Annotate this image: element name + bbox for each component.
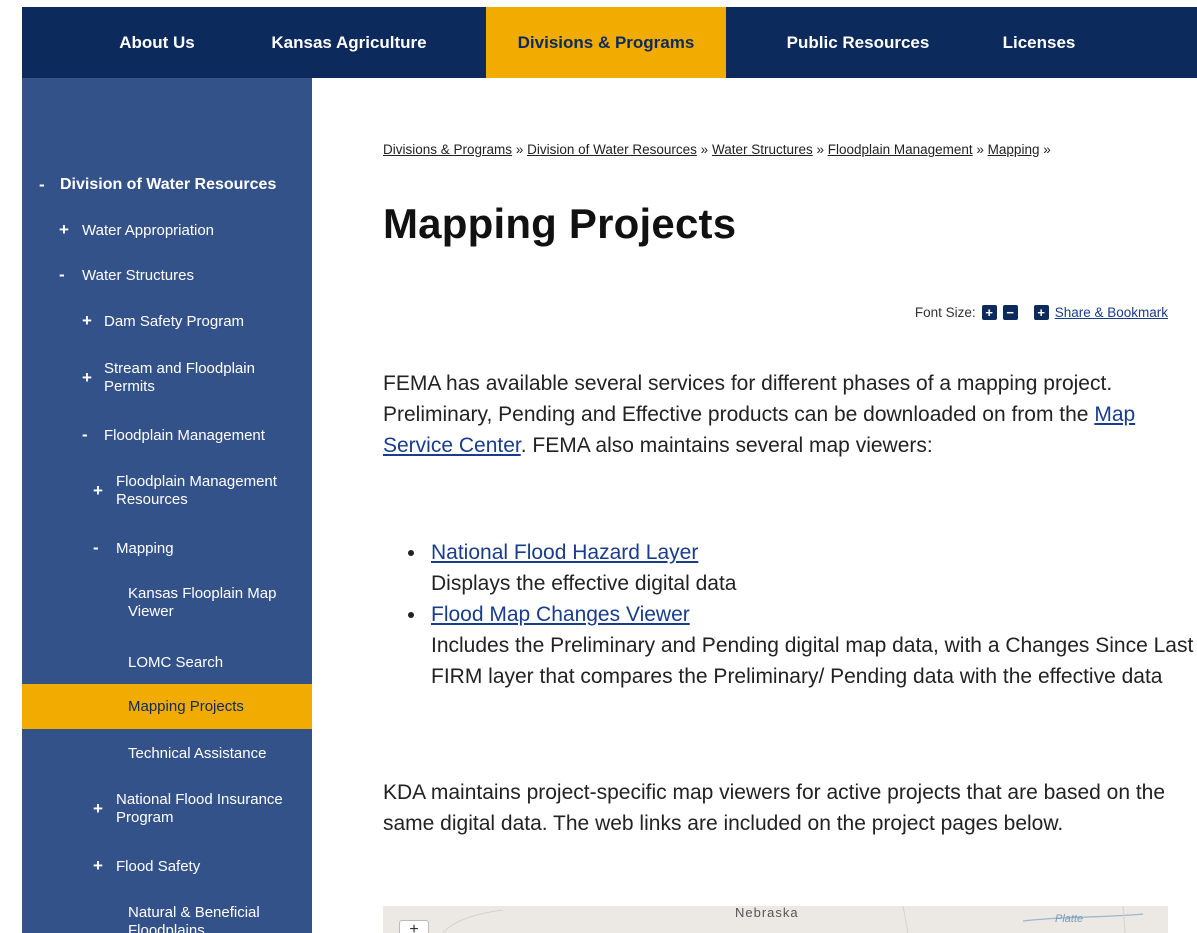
- sidebar-item-dam-safety-program[interactable]: + Dam Safety Program: [22, 311, 312, 335]
- kda-paragraph: KDA maintains project-specific map viewe…: [383, 781, 1166, 835]
- top-navigation: About Us Kansas Agriculture Divisions & …: [22, 7, 1197, 78]
- sidebar-item-lomc-search[interactable]: LOMC Search: [22, 652, 312, 676]
- font-size-label: Font Size:: [914, 305, 976, 320]
- sidebar-item-label: Floodplain Management Resources: [116, 473, 277, 508]
- expand-icon: +: [59, 220, 69, 239]
- viewer-description: Displays the effective digital data: [431, 572, 737, 595]
- map-label-river: Platte: [1055, 913, 1084, 925]
- bullet-icon: [408, 550, 414, 556]
- sidebar-item-floodplain-management[interactable]: - Floodplain Management: [22, 425, 312, 449]
- breadcrumb-divisions-programs[interactable]: Divisions & Programs: [383, 142, 512, 157]
- intro-text-end: . FEMA also maintains several map viewer…: [520, 434, 933, 457]
- sidebar-item-mapping-projects[interactable]: Mapping Projects: [22, 684, 312, 729]
- sidebar-item-label: Flood Safety: [116, 858, 201, 875]
- expand-icon: +: [93, 481, 103, 500]
- page-tools: Font Size: + − + Share & Bookmark: [915, 305, 1168, 320]
- sidebar-item-label: Dam Safety Program: [104, 313, 245, 330]
- breadcrumb-separator: »: [976, 142, 984, 157]
- national-flood-hazard-layer-link[interactable]: National Flood Hazard Layer: [431, 541, 698, 564]
- nav-item-about-us[interactable]: About Us: [82, 7, 232, 78]
- sidebar-item-label: Natural & Beneficial Floodplains: [128, 904, 260, 933]
- share-bookmark-link[interactable]: Share & Bookmark: [1055, 305, 1168, 320]
- sidebar-item-national-flood-insurance-program[interactable]: + National Flood Insurance Program: [22, 789, 312, 831]
- list-item: National Flood Hazard Layer Displays the…: [408, 537, 1197, 599]
- sidebar-item-mapping[interactable]: - Mapping: [22, 538, 312, 562]
- sidebar-item-label: Floodplain Management: [104, 427, 265, 444]
- nav-item-licenses[interactable]: Licenses: [984, 7, 1094, 78]
- font-decrease-icon[interactable]: −: [1002, 305, 1018, 320]
- sidebar-item-floodplain-management-resources[interactable]: + Floodplain Management Resources: [22, 471, 312, 513]
- sidebar-item-label: Mapping Projects: [128, 698, 244, 715]
- viewer-description: Includes the Preliminary and Pending dig…: [431, 634, 1194, 688]
- collapse-icon: -: [82, 425, 88, 444]
- font-increase-icon[interactable]: +: [981, 305, 997, 320]
- breadcrumb-separator: »: [1043, 142, 1051, 157]
- collapse-icon: -: [59, 265, 65, 284]
- breadcrumb-separator: »: [816, 142, 825, 157]
- flood-map-changes-viewer-link[interactable]: Flood Map Changes Viewer: [431, 603, 690, 626]
- breadcrumb-mapping[interactable]: Mapping: [988, 142, 1040, 157]
- project-map[interactable]: Nebraska Platte +: [383, 906, 1168, 933]
- expand-icon: +: [82, 368, 92, 387]
- breadcrumb-separator: »: [700, 142, 709, 157]
- expand-icon: +: [93, 856, 103, 875]
- sidebar-item-label: Mapping: [116, 540, 174, 557]
- nav-item-kansas-agriculture[interactable]: Kansas Agriculture: [244, 7, 454, 78]
- intro-paragraph: FEMA has available several services for …: [383, 368, 1168, 461]
- sidebar-item-label: Water Appropriation: [82, 222, 215, 239]
- intro-text: FEMA has available several services for …: [383, 372, 1113, 426]
- nav-item-public-resources[interactable]: Public Resources: [758, 7, 958, 78]
- breadcrumb: Divisions & Programs » Division of Water…: [383, 143, 1143, 157]
- sidebar-item-label: Stream and Floodplain Permits: [104, 360, 255, 395]
- collapse-icon: -: [93, 538, 99, 557]
- sidebar-item-natural-beneficial-floodplains[interactable]: Natural & Beneficial Floodplains: [22, 902, 312, 933]
- breadcrumb-water-structures[interactable]: Water Structures: [712, 142, 813, 157]
- sidebar-item-label: Division of Water Resources: [60, 176, 277, 193]
- breadcrumb-separator: »: [515, 142, 524, 157]
- sidebar-item-label: Technical Assistance: [128, 745, 267, 762]
- sidebar-item-division-of-water-resources[interactable]: - Division of Water Resources: [22, 174, 312, 198]
- zoom-in-button[interactable]: +: [399, 920, 429, 933]
- sidebar-item-technical-assistance[interactable]: Technical Assistance: [22, 743, 312, 767]
- sidebar-item-water-structures[interactable]: - Water Structures: [22, 265, 312, 289]
- collapse-icon: -: [39, 175, 45, 194]
- sidebar-item-label: National Flood Insurance Program: [116, 791, 283, 826]
- sidebar-item-label: Water Structures: [82, 267, 194, 284]
- sidebar-item-label: LOMC Search: [128, 654, 224, 671]
- map-viewers-list: National Flood Hazard Layer Displays the…: [383, 537, 1197, 692]
- expand-icon: +: [93, 799, 103, 818]
- list-item: Flood Map Changes Viewer Includes the Pr…: [408, 599, 1197, 692]
- sidebar-item-stream-floodplain-permits[interactable]: + Stream and Floodplain Permits: [22, 358, 312, 400]
- sidebar-item-water-appropriation[interactable]: + Water Appropriation: [22, 220, 312, 244]
- sidebar-item-flood-safety[interactable]: + Flood Safety: [22, 856, 312, 880]
- map-label-state: Nebraska: [735, 906, 799, 920]
- expand-icon: +: [82, 311, 92, 330]
- sidebar-item-label: Kansas Flooplain Map Viewer: [128, 585, 277, 620]
- breadcrumb-floodplain-management[interactable]: Floodplain Management: [828, 142, 973, 157]
- bullet-icon: [408, 612, 414, 618]
- page-title: Mapping Projects: [383, 200, 737, 247]
- sidebar-item-kansas-floodplain-map-viewer[interactable]: Kansas Flooplain Map Viewer: [22, 583, 312, 625]
- sidebar: - Division of Water Resources + Water Ap…: [22, 78, 312, 933]
- breadcrumb-division-of-water-resources[interactable]: Division of Water Resources: [527, 142, 697, 157]
- share-plus-icon[interactable]: +: [1033, 305, 1049, 320]
- nav-item-divisions-programs[interactable]: Divisions & Programs: [486, 7, 726, 78]
